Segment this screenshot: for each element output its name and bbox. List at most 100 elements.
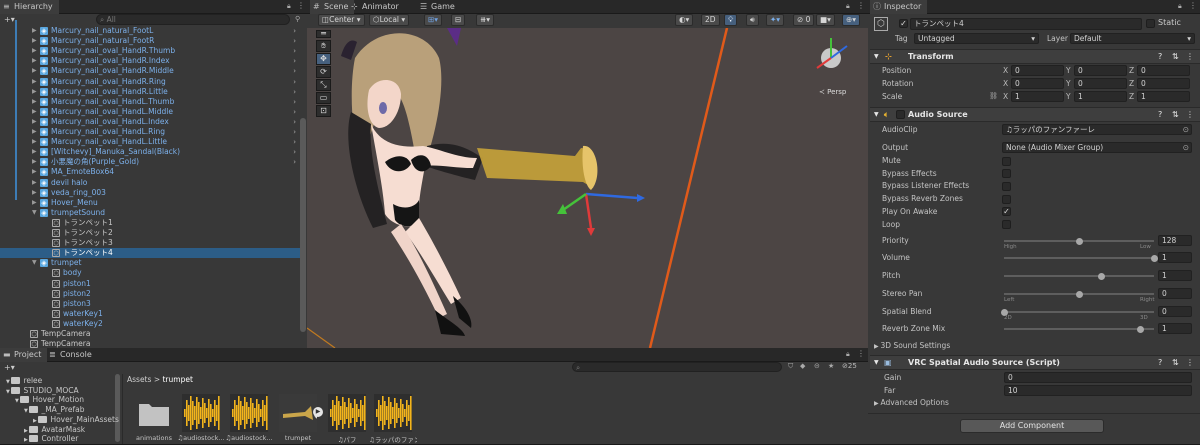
snap-toggle-button[interactable]: ⊟ <box>451 14 466 26</box>
asset-audio-thumbnail[interactable] <box>182 394 220 432</box>
open-prefab-icon[interactable]: › <box>293 137 296 147</box>
tab-animator[interactable]: ⊹ Animator <box>348 0 405 14</box>
project-tree-item[interactable]: ▼ STUDIO_MOCA <box>6 386 79 396</box>
audio-toggle-button[interactable]: 🔊︎ <box>746 14 759 26</box>
transform-header[interactable]: ▼ ⊹ Transform ? ⇅ ⋮ <box>870 49 1200 64</box>
slider-track[interactable] <box>1004 275 1154 277</box>
transform-rotation-y-field[interactable]: 0 <box>1074 78 1127 89</box>
axis-z-label[interactable]: Z <box>1129 92 1134 101</box>
expand-arrow-icon[interactable]: ▶ <box>32 137 37 147</box>
priority-field[interactable]: 128 <box>1158 235 1192 246</box>
project-tree-scrollbar[interactable] <box>115 374 120 442</box>
expand-arrow-icon[interactable]: ▶ <box>32 77 37 87</box>
object-picker-icon[interactable]: ⊙ <box>1183 125 1189 134</box>
transform-scale-x-field[interactable]: 1 <box>1011 91 1064 102</box>
hierarchy-row[interactable]: ▶ ◈ Marcury_nail_oval_HandL.Little › <box>0 137 300 147</box>
component-menu-icon[interactable]: ⋮ <box>1186 108 1194 122</box>
open-prefab-icon[interactable]: › <box>293 157 296 167</box>
reverb-zone-mix-field[interactable]: 1 <box>1158 323 1192 334</box>
hierarchy-menu-icon[interactable]: ⋮ <box>297 1 305 10</box>
project-menu-icon[interactable]: ⋮ <box>857 349 865 358</box>
help-icon[interactable]: ? <box>1158 356 1162 370</box>
tab-project[interactable]: ▬ Project <box>0 348 48 362</box>
hierarchy-row[interactable]: ▶ ◈ Marcury_nail_oval_HandR.Middle › <box>0 66 300 76</box>
expand-arrow-icon[interactable]: ▶ <box>32 36 37 46</box>
volume-field[interactable]: 1 <box>1158 252 1192 263</box>
filter-label-icon[interactable]: ◆ <box>800 362 805 370</box>
spatial-blend-field[interactable]: 0 <box>1158 306 1192 317</box>
bypass-reverb-zones-checkbox[interactable] <box>1002 194 1011 204</box>
hierarchy-add-button[interactable]: +▾ <box>4 15 15 24</box>
move-tool[interactable]: ✥ <box>316 53 331 65</box>
expand-arrow-icon[interactable]: ▶ <box>32 188 37 198</box>
project-tree-item[interactable]: ▶ AvatarMask <box>24 425 85 435</box>
project-add-button[interactable]: +▾ <box>4 363 15 372</box>
open-prefab-icon[interactable]: › <box>293 56 296 66</box>
project-tree-item[interactable]: ▼ relee <box>6 376 42 386</box>
transform-scale-y-field[interactable]: 1 <box>1074 91 1127 102</box>
expand-arrow-icon[interactable]: ▶ <box>32 97 37 107</box>
slider-knob[interactable] <box>1150 254 1158 262</box>
project-tree-item[interactable]: ▶ Controller <box>24 434 78 444</box>
object-picker-icon[interactable]: ⊙ <box>1183 143 1189 152</box>
axis-y-label[interactable]: Y <box>1066 92 1071 101</box>
tab-hierarchy[interactable]: ≡ Hierarchy <box>0 0 59 14</box>
stereo-pan-field[interactable]: 0 <box>1158 288 1192 299</box>
tool-menu-handle[interactable]: ═ <box>316 30 331 38</box>
hierarchy-row[interactable]: ▶ ◈ Marcury_nail_oval_HandL.Thumb › <box>0 97 300 107</box>
breadcrumb-assets[interactable]: Assets <box>127 375 151 384</box>
preset-icon[interactable]: ⇅ <box>1172 50 1179 64</box>
3d-sound-settings-foldout[interactable]: ▶ 3D Sound Settings <box>874 340 1200 352</box>
audio-source-enabled-checkbox[interactable] <box>896 110 905 119</box>
output-field[interactable]: None (Audio Mixer Group) ⊙ <box>1002 142 1192 153</box>
tab-game[interactable]: ☰ Game <box>417 0 461 14</box>
hierarchy-row[interactable]: ⬡ piston3 <box>0 299 300 309</box>
axis-x-label[interactable]: X <box>1003 79 1008 88</box>
hierarchy-row[interactable]: ⬡ piston2 <box>0 289 300 299</box>
slider-knob[interactable] <box>1075 237 1083 245</box>
project-splitter[interactable] <box>122 374 123 444</box>
hierarchy-row[interactable]: ▶ ◈ Hover_Menu <box>0 198 300 208</box>
hierarchy-row[interactable]: ▶ ◈ Marcury_nail_oval_HandR.Little › <box>0 87 300 97</box>
expand-arrow-icon[interactable]: ▶ <box>32 66 37 76</box>
transform-position-x-field[interactable]: 0 <box>1011 65 1064 76</box>
help-icon[interactable]: ? <box>1158 50 1162 64</box>
hierarchy-row[interactable]: ▶ ◈ Marcury_nail_oval_HandL.Index › <box>0 117 300 127</box>
hierarchy-row[interactable]: ▶ ◈ Marcury_nail_oval_HandL.Middle › <box>0 107 300 117</box>
pitch-field[interactable]: 1 <box>1158 270 1192 281</box>
hierarchy-row[interactable]: ⬡ トランペット1 <box>0 218 300 228</box>
slider-track[interactable] <box>1004 328 1154 330</box>
object-name-field[interactable]: トランペット4 <box>910 18 1142 30</box>
expand-arrow-icon[interactable]: ▶ <box>32 46 37 56</box>
tab-console[interactable]: ≣ Console <box>46 348 98 362</box>
open-prefab-icon[interactable]: › <box>293 66 296 76</box>
play-preview-icon[interactable]: ▶ <box>313 407 323 417</box>
audio-source-header[interactable]: ▼ 🔈︎ Audio Source ? ⇅ ⋮ <box>870 107 1200 122</box>
inspector-lock-icon[interactable]: 🔒︎ <box>1178 2 1182 11</box>
project-search-input[interactable]: ⌕ <box>572 362 782 372</box>
layer-dropdown[interactable]: Default ▾ <box>1070 33 1195 44</box>
hierarchy-row[interactable]: ⬡ piston1 <box>0 279 300 289</box>
expand-arrow-icon[interactable]: ▶ <box>32 107 37 117</box>
axis-x-label[interactable]: X <box>1003 92 1008 101</box>
open-prefab-icon[interactable]: › <box>293 147 296 157</box>
filter-log-icon[interactable]: ⊝ <box>814 362 820 370</box>
transform-rotation-x-field[interactable]: 0 <box>1011 78 1064 89</box>
preset-icon[interactable]: ⇅ <box>1172 356 1179 370</box>
loop-checkbox[interactable] <box>1002 220 1011 229</box>
expand-arrow-icon[interactable]: ▶ <box>32 127 37 137</box>
expand-arrow-icon[interactable]: ▶ <box>32 147 37 157</box>
scene-camera-button[interactable]: ■▾ <box>816 14 835 26</box>
tag-dropdown[interactable]: Untagged ▾ <box>914 33 1039 44</box>
persp-label[interactable]: ≺ Persp <box>819 88 846 96</box>
hierarchy-row[interactable]: ▶ ◈ Marcury_nail_natural_FootR › <box>0 36 300 46</box>
play-on-awake-checkbox[interactable]: ✓ <box>1002 207 1011 217</box>
expand-arrow-icon[interactable]: ▶ <box>32 167 37 177</box>
slider-knob[interactable] <box>1075 290 1083 298</box>
axis-y-label[interactable]: Y <box>1066 79 1071 88</box>
toggle-2d-button[interactable]: 2D <box>701 14 720 26</box>
grid-snap-button[interactable]: ⊞▾ <box>424 14 443 26</box>
open-prefab-icon[interactable]: › <box>293 107 296 117</box>
hierarchy-row[interactable]: ⬡ TempCamera <box>0 329 300 339</box>
axis-x-label[interactable]: X <box>1003 66 1008 75</box>
